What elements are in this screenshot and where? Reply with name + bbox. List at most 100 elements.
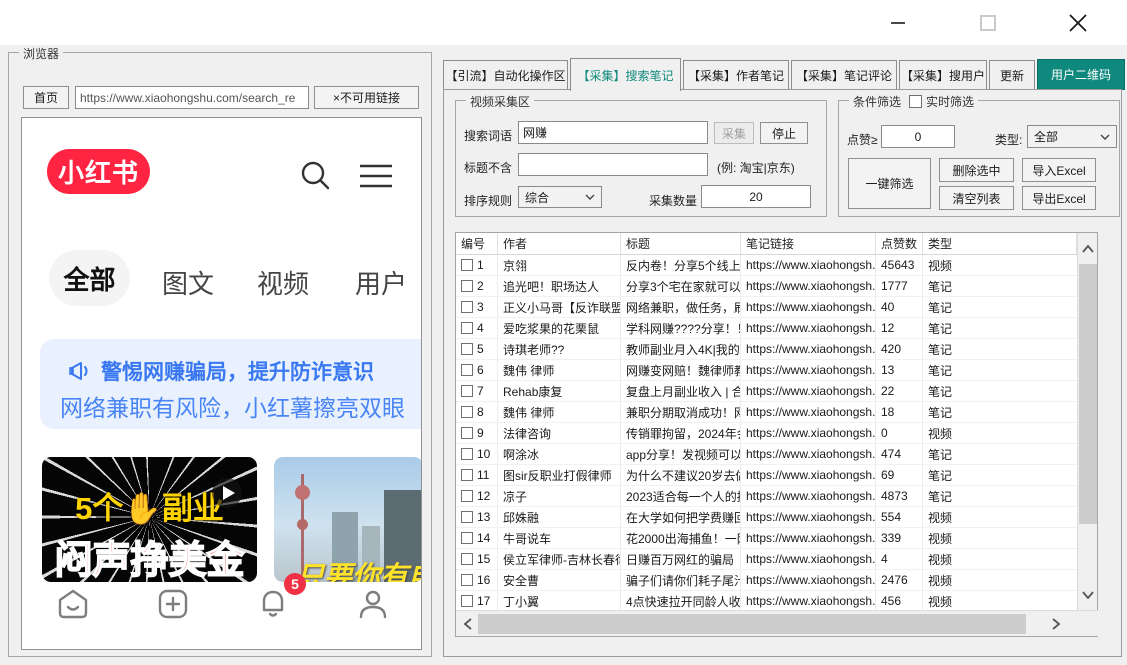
video-thumbnail-2[interactable]: 只要你有电 [274, 457, 422, 582]
user-qr-code-button[interactable]: 用户二维码 [1037, 59, 1125, 90]
cell-link: https://www.xiaohongsh... [741, 318, 876, 338]
play-icon [211, 477, 243, 509]
row-checkbox[interactable] [461, 511, 473, 523]
table-row[interactable]: 17丁小翼4点快速拉开同龄人收入...https://www.xiaohongs… [456, 591, 1077, 611]
cell-likes: 0 [876, 423, 923, 443]
collect-count-input[interactable] [701, 185, 811, 208]
notifications-bell-icon[interactable] [257, 588, 289, 620]
video-thumbnail-1[interactable]: 5个✋副业 闷声挣美金 [42, 457, 257, 582]
vertical-scrollbar[interactable] [1077, 233, 1097, 611]
create-post-icon[interactable] [157, 588, 189, 620]
xhs-tab-video[interactable]: 视频 [257, 264, 309, 301]
banner-line1: 警惕网赚骗局，提升防诈意识 [69, 356, 374, 386]
table-row[interactable]: 8魏伟 律师兼职分期取消成功！网...https://www.xiaohongs… [456, 402, 1077, 423]
minimize-button[interactable] [868, 0, 928, 45]
table-row[interactable]: 14牛哥说车花2000出海捕鱼！一网...https://www.xiaohon… [456, 528, 1077, 549]
column-header-0[interactable]: 编号 [456, 233, 498, 254]
column-header-4[interactable]: 点赞数 [876, 233, 923, 254]
table-row[interactable]: 9法律咨询传销罪拘留，2024年会...https://www.xiaohong… [456, 423, 1077, 444]
scroll-left-button[interactable] [458, 614, 478, 634]
sort-rule-select[interactable]: 综合 [518, 186, 602, 208]
tab-update[interactable]: 更新 [989, 60, 1035, 90]
column-header-2[interactable]: 标题 [621, 233, 741, 254]
likes-threshold-input[interactable] [881, 125, 955, 148]
close-button[interactable] [1048, 0, 1108, 45]
row-checkbox[interactable] [461, 595, 473, 607]
table-row[interactable]: 2追光吧！职场达人分享3个宅在家就可以赚...https://www.xiaoh… [456, 276, 1077, 297]
home-icon[interactable] [57, 588, 89, 620]
horizontal-scroll-thumb[interactable] [478, 614, 1026, 634]
table-row[interactable]: 13邱姝融在大学如何把学费赚回...https://www.xiaohongsh… [456, 507, 1077, 528]
tab-collect-author-notes[interactable]: 【采集】作者笔记 [683, 60, 789, 90]
stop-button[interactable]: 停止 [760, 122, 808, 144]
home-button[interactable]: 首页 [23, 86, 69, 109]
tab-collect-search-notes[interactable]: 【采集】搜索笔记 [570, 58, 681, 91]
scroll-up-button[interactable] [1078, 239, 1098, 259]
row-checkbox[interactable] [461, 259, 473, 271]
horizontal-scrollbar[interactable] [456, 610, 1099, 636]
column-header-1[interactable]: 作者 [498, 233, 621, 254]
realtime-filter-label: 实时筛选 [926, 93, 974, 110]
vertical-scroll-thumb[interactable] [1079, 264, 1097, 524]
table-row[interactable]: 6魏伟 律师网赚变网赔！魏律师教...https://www.xiaohongs… [456, 360, 1077, 381]
clear-list-button[interactable]: 清空列表 [939, 186, 1014, 210]
table-row[interactable]: 15侯立军律师-吉林长春律师日赚百万网红的骗局https://www.xiaoh… [456, 549, 1077, 570]
collector-tab-bar: 【引流】自动化操作区【采集】搜索笔记【采集】作者笔记【采集】笔记评论【采集】搜用… [443, 57, 1125, 90]
row-checkbox[interactable] [461, 490, 473, 502]
cell-link: https://www.xiaohongsh... [741, 276, 876, 296]
exclude-title-input[interactable] [518, 153, 708, 176]
import-excel-button[interactable]: 导入Excel [1022, 158, 1096, 182]
one-key-filter-button[interactable]: 一键筛选 [848, 158, 931, 209]
xhs-tab-image-text[interactable]: 图文 [162, 264, 214, 301]
tab-collect-note-comments[interactable]: 【采集】笔记评论 [791, 60, 897, 90]
cell-link: https://www.xiaohongsh... [741, 423, 876, 443]
tab-traffic-automation[interactable]: 【引流】自动化操作区 [443, 60, 568, 90]
row-checkbox[interactable] [461, 364, 473, 376]
search-icon[interactable] [298, 158, 332, 192]
row-checkbox[interactable] [461, 343, 473, 355]
row-checkbox[interactable] [461, 280, 473, 292]
url-input[interactable] [75, 86, 309, 109]
column-header-3[interactable]: 笔记链接 [741, 233, 876, 254]
tab-collect-search-users[interactable]: 【采集】搜用户 [899, 60, 987, 90]
search-words-input[interactable] [518, 121, 708, 144]
row-checkbox[interactable] [461, 553, 473, 565]
row-checkbox[interactable] [461, 469, 473, 481]
cell-author: 爱吃浆果的花栗鼠 [498, 318, 621, 338]
table-row[interactable]: 1京翎反内卷！分享5个线上副...https://www.xiaohongsh.… [456, 255, 1077, 276]
xhs-tab-all[interactable]: 全部 [49, 250, 130, 306]
menu-icon[interactable] [358, 162, 394, 190]
cell-title: 学科网赚????分享！！ [621, 318, 741, 338]
collect-button[interactable]: 采集 [714, 122, 754, 144]
table-row[interactable]: 12凉子2023适合每一个人的搞...https://www.xiaohongs… [456, 486, 1077, 507]
row-checkbox[interactable] [461, 532, 473, 544]
table-row[interactable]: 7Rehab康复复盘上月副业收入 | 合...https://www.xiaoh… [456, 381, 1077, 402]
table-row[interactable]: 11图sir反职业打假律师为什么不建议20岁去做...https://www.x… [456, 465, 1077, 486]
table-row[interactable]: 4爱吃浆果的花栗鼠学科网赚????分享！！https://www.xiaohon… [456, 318, 1077, 339]
scroll-down-button[interactable] [1078, 585, 1098, 605]
realtime-filter-checkbox[interactable] [909, 95, 922, 108]
column-header-5[interactable]: 类型 [923, 233, 1077, 254]
export-excel-button[interactable]: 导出Excel [1022, 186, 1096, 210]
row-checkbox[interactable] [461, 427, 473, 439]
invalid-link-button[interactable]: ×不可用链接 [314, 86, 419, 109]
xhs-tab-user[interactable]: 用户 [355, 264, 407, 301]
scroll-right-button[interactable] [1046, 614, 1066, 634]
maximize-button[interactable] [958, 0, 1018, 45]
row-checkbox[interactable] [461, 301, 473, 313]
type-filter-select[interactable]: 全部 [1027, 125, 1117, 148]
delete-selected-button[interactable]: 删除选中 [939, 158, 1014, 182]
row-checkbox[interactable] [461, 385, 473, 397]
table-row[interactable]: 10啊涂冰app分享！发视频可以...https://www.xiaohongs… [456, 444, 1077, 465]
profile-icon[interactable] [357, 588, 389, 620]
table-row[interactable]: 5诗琪老师??教师副业月入4K|我的人...https://www.xiaoho… [456, 339, 1077, 360]
row-checkbox[interactable] [461, 406, 473, 418]
table-row[interactable]: 16安全曹骗子们请你们耗子尾汁https://www.xiaohongsh...… [456, 570, 1077, 591]
row-checkbox[interactable] [461, 448, 473, 460]
cell-author: 魏伟 律师 [498, 360, 621, 380]
row-checkbox[interactable] [461, 574, 473, 586]
table-row[interactable]: 3正义小马哥【反诈联盟】网络兼职，做任务，刷...https://www.xia… [456, 297, 1077, 318]
row-checkbox[interactable] [461, 322, 473, 334]
cell-title: 反内卷！分享5个线上副... [621, 255, 741, 275]
cell-author: 牛哥说车 [498, 528, 621, 548]
